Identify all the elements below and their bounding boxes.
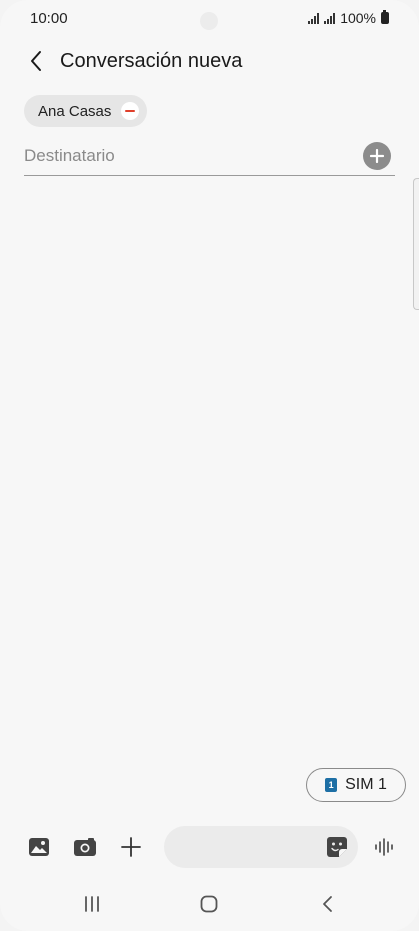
- signal-icon: [308, 12, 320, 24]
- recents-icon: [85, 896, 99, 912]
- system-nav-bar: [0, 884, 419, 924]
- recents-button[interactable]: [72, 890, 112, 918]
- sticker-button[interactable]: [326, 836, 348, 858]
- camera-icon: [74, 838, 96, 856]
- status-bar: 10:00 100%: [0, 0, 419, 36]
- scroll-handle[interactable]: [413, 178, 419, 310]
- back-button[interactable]: [12, 42, 60, 80]
- sticker-icon: [327, 837, 347, 857]
- battery-icon: [381, 10, 389, 24]
- messages-screen: 10:00 100% Conversación nueva Ana Casas: [0, 0, 419, 931]
- message-composer: [0, 824, 419, 870]
- sim-badge: 1: [325, 778, 338, 792]
- nav-back-button[interactable]: [307, 890, 347, 918]
- home-button[interactable]: [189, 890, 229, 918]
- plus-icon: [121, 837, 141, 857]
- sim-selector-button[interactable]: 1 SIM 1: [306, 768, 406, 802]
- home-icon: [200, 895, 218, 913]
- remove-recipient-button[interactable]: [121, 102, 140, 120]
- battery-percent: 100%: [340, 10, 376, 26]
- page-title: Conversación nueva: [60, 49, 243, 72]
- recipient-chip-label: Ana Casas: [38, 102, 112, 120]
- recipient-input[interactable]: [24, 145, 324, 166]
- minus-circle-icon: [125, 109, 136, 113]
- chevron-left-icon: [31, 51, 41, 71]
- gallery-button[interactable]: [24, 832, 54, 862]
- image-icon: [29, 838, 49, 856]
- message-box[interactable]: [164, 826, 358, 868]
- message-input[interactable]: [180, 838, 320, 856]
- add-contact-button[interactable]: [363, 141, 391, 170]
- attach-button[interactable]: [116, 832, 146, 862]
- sim-label: SIM 1: [345, 776, 387, 793]
- plus-circle-icon: [370, 148, 384, 163]
- recipient-chip[interactable]: Ana Casas: [24, 95, 148, 127]
- voice-message-button[interactable]: [370, 832, 400, 862]
- nav-back-icon: [323, 896, 332, 912]
- status-indicators: 100%: [308, 10, 389, 26]
- front-camera: [200, 12, 218, 30]
- recipient-field: [24, 136, 395, 176]
- app-header: Conversación nueva: [0, 42, 419, 80]
- voice-wave-icon: [375, 838, 393, 856]
- camera-button[interactable]: [70, 832, 100, 862]
- signal-icon: [324, 12, 336, 24]
- status-time: 10:00: [30, 9, 68, 27]
